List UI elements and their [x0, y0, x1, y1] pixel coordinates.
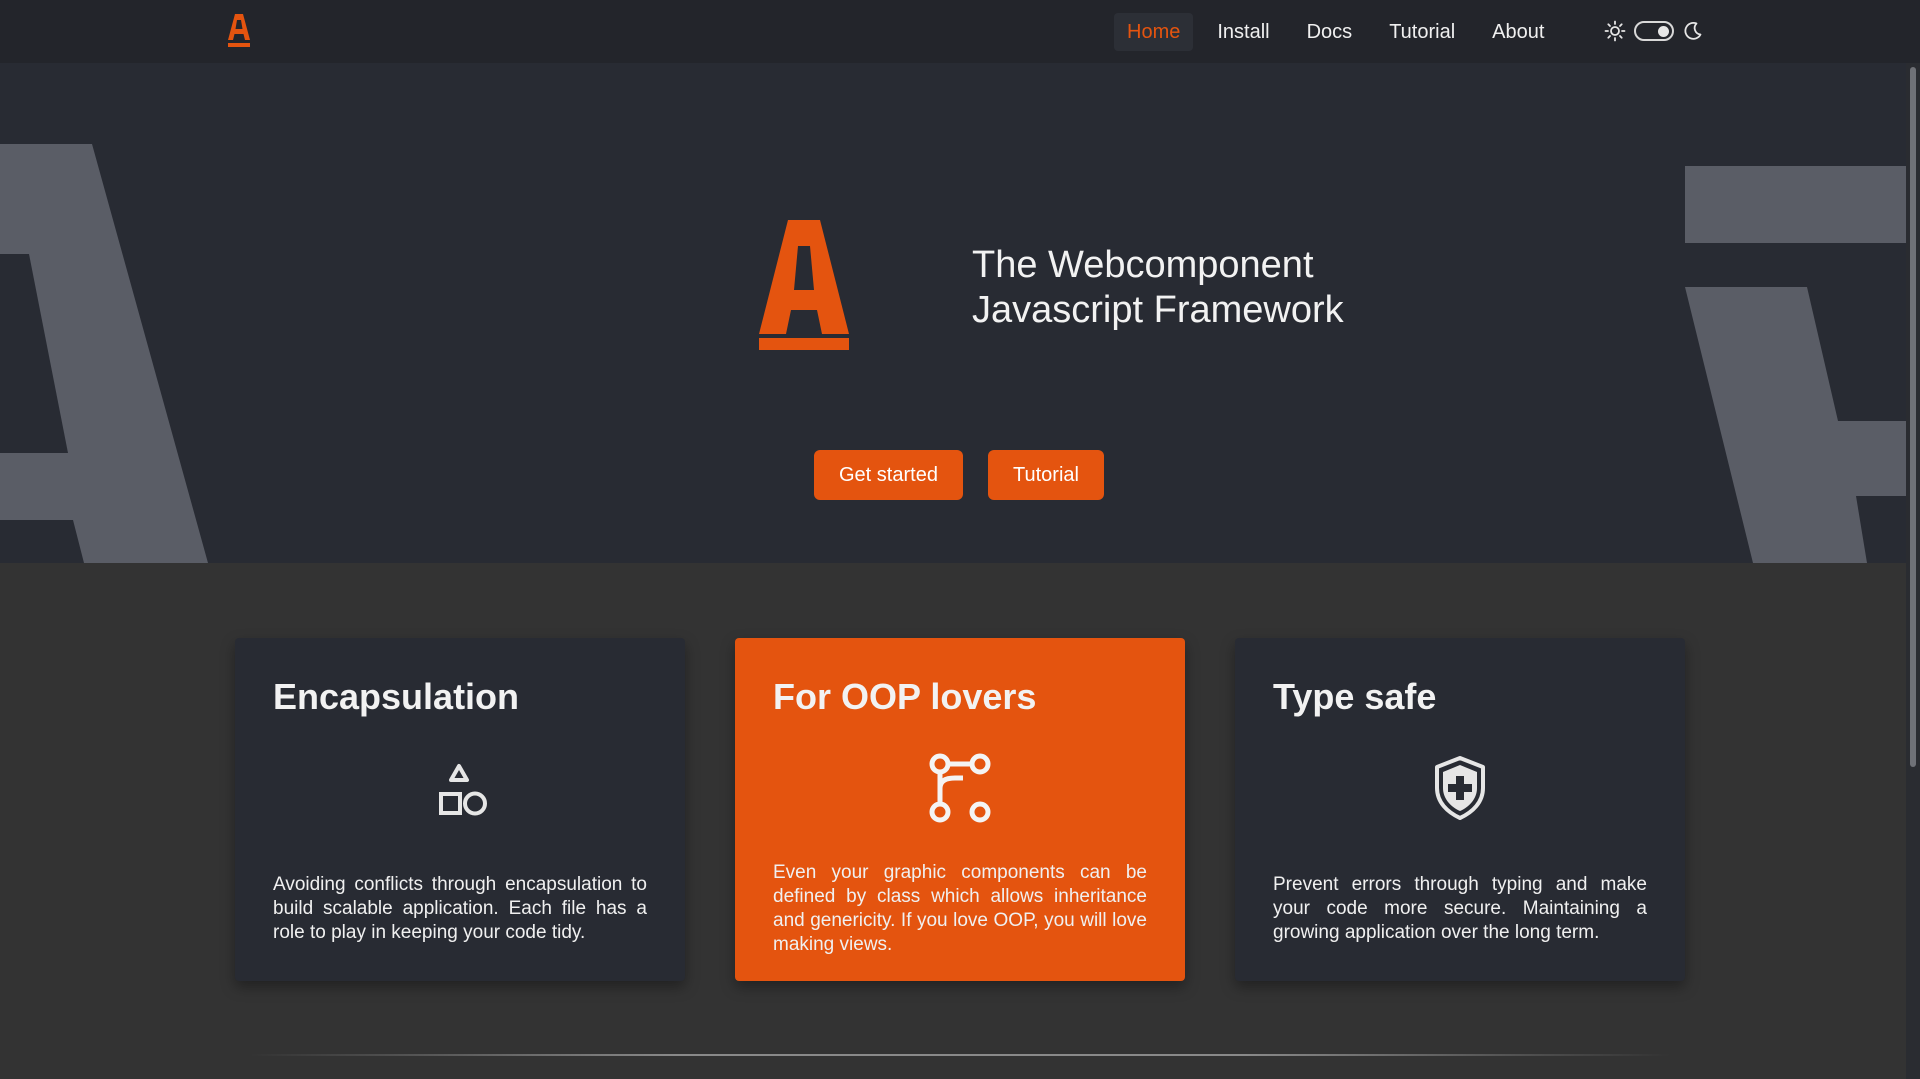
- main-nav: Home Install Docs Tutorial About: [1114, 12, 1568, 52]
- dark-mode-toggle[interactable]: [1634, 21, 1674, 41]
- background-letter-a-left: [0, 144, 208, 563]
- hero-title-line-1: The Webcomponent: [972, 244, 1314, 286]
- shapes-icon: [439, 764, 487, 816]
- nav-home[interactable]: Home: [1114, 13, 1194, 51]
- nav-install[interactable]: Install: [1204, 13, 1282, 51]
- git-branch-icon: [929, 753, 991, 823]
- sun-icon: [1604, 20, 1626, 42]
- page-scrollbar[interactable]: [1906, 63, 1920, 1079]
- tutorial-button[interactable]: Tutorial: [988, 450, 1104, 500]
- framework-logo-icon: [759, 220, 849, 350]
- section-divider: [250, 1054, 1670, 1056]
- nav-tutorial[interactable]: Tutorial: [1376, 13, 1468, 51]
- scrollbar-thumb[interactable]: [1910, 67, 1916, 767]
- hero-title-line-2: Javascript Framework: [972, 289, 1344, 331]
- card-title: Type safe: [1273, 676, 1437, 717]
- background-letter-right: [1685, 166, 1906, 563]
- feature-card-oop: For OOP lovers Even your graphic compone…: [735, 638, 1185, 981]
- card-title: Encapsulation: [273, 676, 520, 717]
- nav-docs[interactable]: Docs: [1294, 13, 1366, 51]
- top-navbar: Home Install Docs Tutorial About: [0, 0, 1920, 63]
- nav-about[interactable]: About: [1479, 13, 1557, 51]
- get-started-button[interactable]: Get started: [814, 450, 963, 500]
- shield-plus-icon: [1435, 756, 1485, 820]
- hero-section: The Webcomponent Javascript Framework Ge…: [0, 63, 1906, 563]
- logo-icon[interactable]: [226, 14, 252, 48]
- card-title: For OOP lovers: [773, 676, 1037, 717]
- card-description: Even your graphic components can be defi…: [773, 862, 1147, 955]
- theme-switch: [1604, 18, 1704, 44]
- feature-card-type-safe: Type safe Prevent errors through typing …: [1235, 638, 1685, 981]
- moon-icon: [1684, 22, 1702, 40]
- feature-card-encapsulation: Encapsulation Avoiding conflicts through…: [235, 638, 685, 981]
- card-description: Prevent errors through typing and make y…: [1273, 874, 1647, 943]
- card-description: Avoiding conflicts through encapsulation…: [273, 874, 647, 943]
- hero-title: The Webcomponent Javascript Framework: [972, 243, 1472, 333]
- toggle-knob: [1658, 26, 1669, 37]
